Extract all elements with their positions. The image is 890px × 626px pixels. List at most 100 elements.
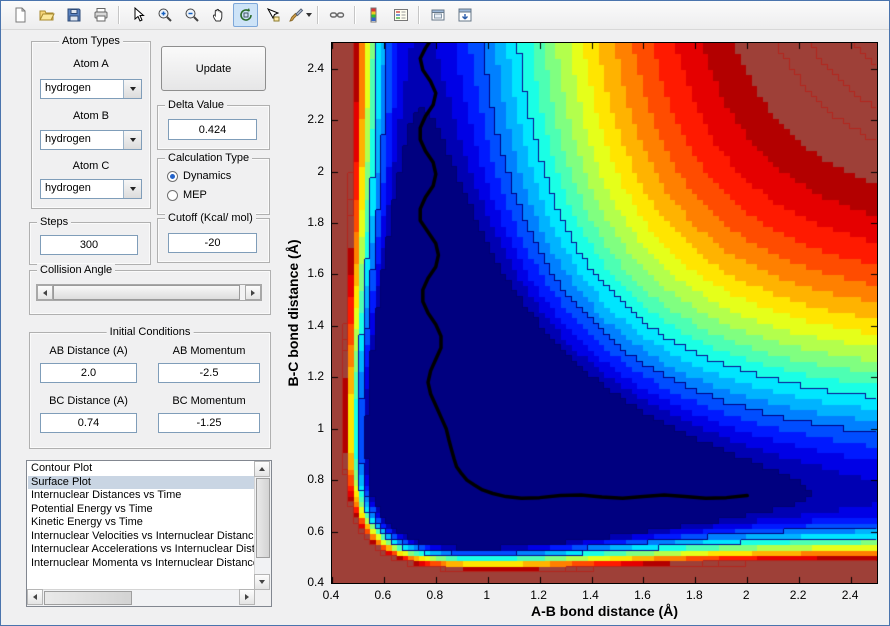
x-tick-label: 0.6	[374, 588, 392, 602]
toolbar-rotate-3d-button[interactable]	[233, 3, 258, 27]
x-tick-label: 2	[742, 588, 750, 602]
rotate-3d-icon	[238, 7, 254, 23]
dock-figure-icon	[457, 7, 473, 23]
update-button[interactable]: Update	[161, 46, 266, 91]
list-item[interactable]: Potential Energy vs Time	[28, 503, 254, 517]
atom-c-label: Atom C	[72, 160, 110, 172]
atom-c-dropdown[interactable]: hydrogen	[40, 179, 142, 199]
app-window: Atom Types Atom A hydrogen Atom B hydrog…	[0, 0, 890, 626]
save-figure-icon	[66, 7, 82, 23]
bc-momentum-input[interactable]	[158, 413, 260, 433]
toolbar-edit-plot-button[interactable]	[125, 3, 150, 27]
atom-types-panel: Atom Types Atom A hydrogen Atom B hydrog…	[31, 35, 151, 209]
radio-dynamics-label: Dynamics	[183, 170, 232, 182]
delta-value-input[interactable]	[168, 119, 257, 140]
toolbar-save-figure-button[interactable]	[61, 3, 86, 27]
plot-type-list: Contour Plot Surface Plot Internuclear Dis…	[28, 462, 254, 589]
dropdown-arrow-icon[interactable]	[123, 180, 141, 198]
insert-legend-icon	[393, 7, 409, 23]
plot-type-listbox: Contour Plot Surface Plot Internuclear Dis…	[26, 460, 272, 607]
atom-b-label: Atom B	[72, 110, 110, 122]
steps-title: Steps	[37, 216, 72, 228]
toolbar-print-figure-button[interactable]	[88, 3, 113, 27]
atom-b-dropdown[interactable]: hydrogen	[40, 130, 142, 150]
dropdown-arrow-icon[interactable]	[123, 131, 141, 149]
toolbar-separator	[317, 6, 319, 24]
zoom-out-icon	[184, 7, 200, 23]
radio-mep[interactable]: MEP	[167, 188, 207, 202]
list-item[interactable]: Internuclear Accelerations vs Internucle…	[28, 543, 254, 557]
atom-types-title: Atom Types	[59, 35, 123, 47]
toolbar-dock-figure-button[interactable]	[452, 3, 477, 27]
toolbar-separator	[118, 6, 120, 24]
list-item[interactable]: Internuclear Momenta vs Internuclear Dis…	[28, 557, 254, 571]
scroll-down-arrow[interactable]	[254, 574, 270, 590]
list-item[interactable]: Internuclear Distances vs Time	[28, 489, 254, 503]
list-item[interactable]: Kinetic Energy vs Time	[28, 516, 254, 530]
toolbar-open-file-button[interactable]	[34, 3, 59, 27]
collision-angle-slider[interactable]	[36, 284, 262, 301]
toolbar-insert-legend-button[interactable]	[388, 3, 413, 27]
toolbar-pan-button[interactable]	[206, 3, 231, 27]
scroll-left-arrow[interactable]	[27, 589, 43, 605]
slider-right-arrow[interactable]	[245, 285, 261, 300]
y-tick-label: 2.4	[307, 60, 324, 75]
brush-dropdown-arrow-icon[interactable]	[305, 13, 312, 17]
atom-b-value: hydrogen	[45, 133, 91, 145]
radio-dynamics-icon[interactable]	[167, 170, 178, 182]
x-tick-label: 1.4	[582, 588, 599, 602]
vertical-scroll-thumb[interactable]	[256, 478, 270, 558]
bc-distance-label: BC Distance (A)	[49, 395, 128, 407]
toolbar-zoom-out-button[interactable]	[179, 3, 204, 27]
slider-left-arrow[interactable]	[37, 285, 53, 300]
toolbar-zoom-in-button[interactable]	[152, 3, 177, 27]
list-item[interactable]: Internuclear Velocities vs Internuclear …	[28, 530, 254, 544]
bc-momentum-label: BC Momentum	[172, 395, 246, 407]
toolbar-new-figure-button[interactable]	[7, 3, 32, 27]
ab-distance-input[interactable]	[40, 363, 137, 383]
atom-a-value: hydrogen	[45, 82, 91, 94]
cutoff-input[interactable]	[168, 233, 257, 253]
ab-momentum-label: AB Momentum	[172, 345, 246, 357]
x-tick-label: 1	[483, 588, 491, 602]
radio-mep-label: MEP	[183, 189, 207, 201]
slider-thumb[interactable]	[53, 285, 240, 300]
y-axis-label: B-C bond distance (Å)	[285, 239, 301, 387]
atom-a-dropdown[interactable]: hydrogen	[40, 79, 142, 99]
link-plot-icon	[329, 7, 345, 23]
list-vertical-scrollbar[interactable]	[254, 461, 271, 590]
y-tick-label: 1.6	[307, 266, 324, 281]
horizontal-scroll-thumb[interactable]	[44, 591, 132, 605]
scroll-right-arrow[interactable]	[239, 589, 255, 605]
list-item[interactable]: Contour Plot	[28, 462, 254, 476]
steps-input[interactable]	[40, 235, 138, 255]
x-tick-label: 0.4	[322, 588, 340, 602]
x-tick-label: 1.8	[685, 588, 703, 602]
scroll-up-arrow[interactable]	[254, 461, 270, 477]
ab-momentum-input[interactable]	[158, 363, 260, 383]
pes-contour-canvas[interactable]	[331, 42, 878, 584]
edit-plot-icon	[130, 7, 146, 23]
list-horizontal-scrollbar[interactable]	[27, 589, 255, 606]
radio-dynamics[interactable]: Dynamics	[167, 169, 231, 183]
y-tick-label: 1.8	[307, 215, 324, 229]
toolbar-insert-colorbar-button[interactable]	[361, 3, 386, 27]
dropdown-arrow-icon[interactable]	[123, 80, 141, 98]
radio-mep-icon[interactable]	[167, 189, 178, 201]
y-tick-label: 2.2	[307, 112, 324, 127]
y-tick-label: 1.4	[307, 317, 324, 332]
calculation-type-panel: Calculation Type Dynamics MEP	[157, 152, 270, 215]
toolbar-data-cursor-button[interactable]	[260, 3, 285, 27]
delta-value-title: Delta Value	[165, 99, 228, 111]
y-tick-label: 0.4	[307, 575, 324, 589]
data-cursor-icon	[265, 7, 281, 23]
list-item[interactable]: Surface Plot	[28, 475, 254, 489]
bc-distance-input[interactable]	[40, 413, 137, 433]
y-tick-label: 0.8	[307, 472, 324, 487]
toolbar-brush-data-button[interactable]	[287, 3, 312, 27]
toolbar-link-plot-button[interactable]	[324, 3, 349, 27]
toolbar-hide-plot-tools-button[interactable]	[425, 3, 450, 27]
delta-value-panel: Delta Value	[157, 99, 270, 150]
toolbar-separator	[354, 6, 356, 24]
open-file-icon	[38, 7, 55, 23]
